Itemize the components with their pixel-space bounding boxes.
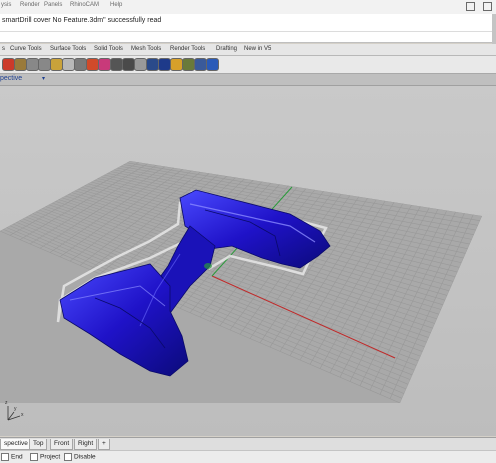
tab-render-tools[interactable]: Render Tools: [170, 46, 205, 52]
command-history: smartDrill cover No Feature.3dm" success…: [0, 14, 492, 32]
menu-render[interactable]: Render: [20, 2, 40, 8]
viewport-title[interactable]: pective: [0, 75, 22, 82]
window-controls: [460, 0, 492, 14]
command-scrollbar[interactable]: [492, 14, 496, 44]
viewport-tabs: spective Top Front Right +: [0, 437, 496, 450]
viewport-header: pective ▾: [0, 74, 496, 86]
tab-mesh-tools[interactable]: Mesh Tools: [131, 46, 161, 52]
tab-surface-tools[interactable]: Surface Tools: [50, 46, 86, 52]
tab-new-in-v5[interactable]: New in V5: [244, 46, 271, 52]
tab-front[interactable]: Front: [50, 439, 74, 450]
osnap-bar: End Project Disable: [0, 450, 496, 463]
menu-help[interactable]: Help: [110, 2, 122, 8]
osnap-project[interactable]: Project: [30, 453, 60, 461]
add-viewport-tab-button[interactable]: +: [98, 439, 110, 450]
tab-perspective[interactable]: spective: [0, 439, 32, 450]
command-history-message: smartDrill cover No Feature.3dm" success…: [2, 17, 162, 24]
tab-standard[interactable]: s: [2, 46, 5, 52]
origin-marker: [204, 263, 212, 269]
tab-right[interactable]: Right: [74, 439, 98, 450]
toolbar: [0, 56, 496, 74]
menu-analysis[interactable]: ysis: [1, 2, 11, 8]
menu-rhinocam[interactable]: RhinoCAM: [70, 2, 99, 8]
perspective-viewport[interactable]: x z y: [0, 86, 496, 436]
tab-curve-tools[interactable]: Curve Tools: [10, 46, 42, 52]
viewport-menu-caret-icon[interactable]: ▾: [42, 75, 45, 82]
help-icon[interactable]: [206, 58, 219, 71]
maximize-icon[interactable]: [483, 2, 492, 11]
minimize-icon[interactable]: [466, 2, 476, 11]
menu-panels[interactable]: Panels: [44, 2, 62, 8]
osnap-end[interactable]: End: [1, 453, 23, 461]
command-prompt[interactable]: [0, 32, 492, 43]
disable-checkbox[interactable]: [64, 453, 72, 461]
tab-top[interactable]: Top: [29, 439, 48, 450]
menu-bar: ysis Render Panels RhinoCAM Help: [0, 0, 496, 15]
tab-drafting[interactable]: Drafting: [216, 46, 237, 52]
toolbar-tabs: s Curve Tools Surface Tools Solid Tools …: [0, 44, 496, 56]
end-checkbox[interactable]: [1, 453, 9, 461]
project-checkbox[interactable]: [30, 453, 38, 461]
osnap-disable[interactable]: Disable: [64, 453, 96, 461]
tab-solid-tools[interactable]: Solid Tools: [94, 46, 123, 52]
